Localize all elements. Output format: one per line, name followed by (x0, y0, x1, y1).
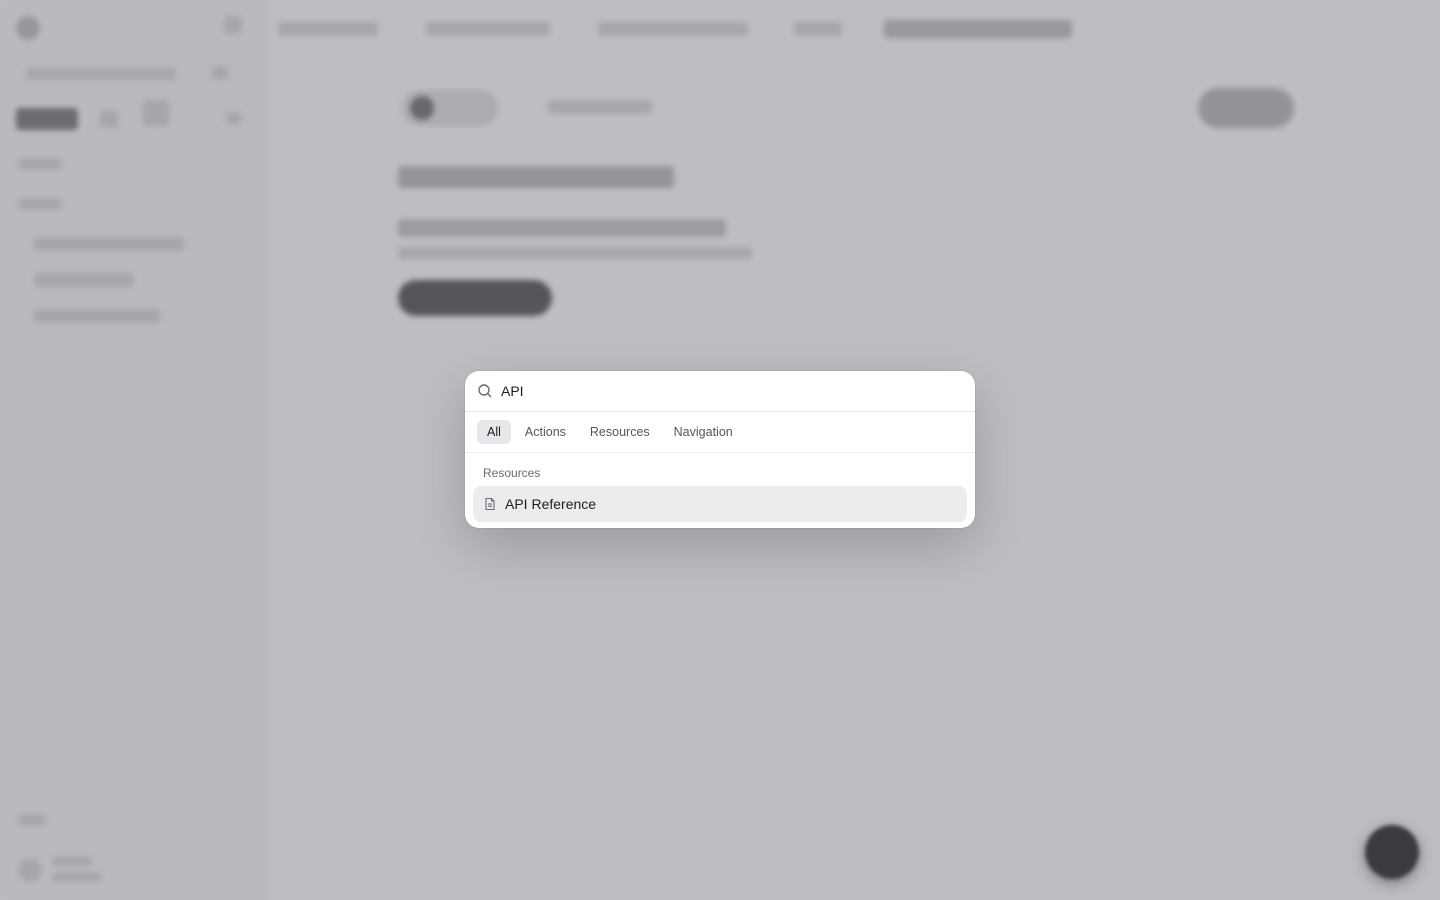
search-input[interactable] (501, 383, 963, 399)
tab-all[interactable]: All (477, 420, 511, 444)
result-item-label: API Reference (505, 496, 597, 512)
search-row (465, 371, 975, 412)
results-section-label: Resources (483, 466, 541, 480)
result-item-api-reference[interactable]: API Reference (473, 486, 967, 522)
search-icon (477, 383, 493, 399)
help-chat-button[interactable] (1365, 825, 1419, 879)
tab-resources[interactable]: Resources (580, 420, 660, 444)
tab-actions[interactable]: Actions (515, 420, 576, 444)
command-palette: All Actions Resources Navigation Resourc… (465, 371, 975, 528)
filter-tabs: All Actions Resources Navigation (465, 412, 975, 453)
document-icon (483, 497, 497, 511)
tab-navigation[interactable]: Navigation (664, 420, 743, 444)
